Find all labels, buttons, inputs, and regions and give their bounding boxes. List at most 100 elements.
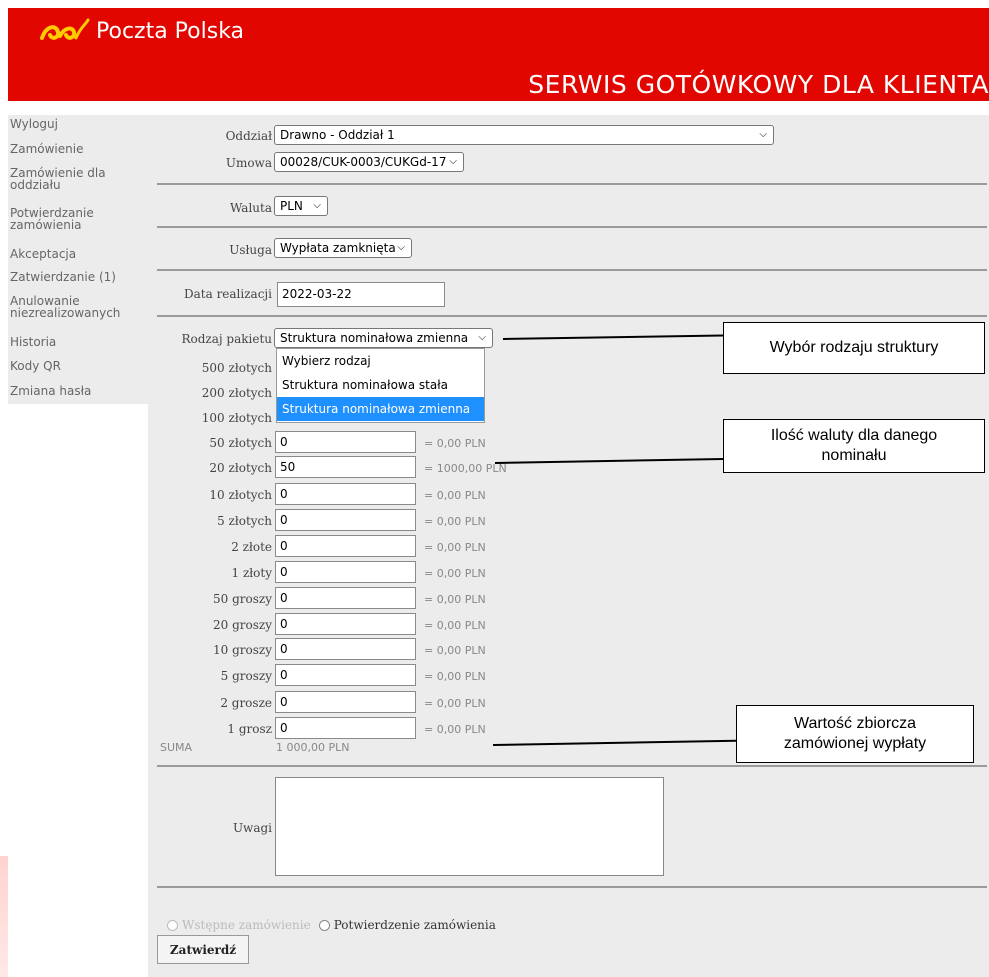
usluga-value: Wypłata zamknięta (280, 241, 396, 255)
denomination-input[interactable]: 0 (275, 664, 416, 686)
waluta-value: PLN (280, 199, 303, 213)
dropdown-option[interactable]: Struktura nominałowa stała (277, 373, 484, 397)
oddzial-select[interactable]: Drawno - Oddział 1 ⌵ (274, 125, 774, 145)
umowa-label: Umowa (225, 156, 272, 170)
usluga-select[interactable]: Wypłata zamknięta ⌵ (274, 238, 412, 258)
umowa-value: 00028/CUK-0003/CUKGd-17 (280, 155, 447, 169)
denomination-label: 5 złotych (217, 514, 272, 528)
rodzaj-pakietu-select[interactable]: Struktura nominałowa zmienna ⌵ (274, 328, 493, 348)
callout-wartosc: Wartość zbiorcza zamówionej wypłaty (736, 705, 974, 763)
radio-wstepne[interactable] (167, 919, 178, 931)
poczta-polska-horn-icon (40, 18, 90, 40)
sidebar-item-zamowienie-dla-oddzialu[interactable]: Zamówienie dla oddziału (8, 167, 122, 191)
denomination-label: 2 grosze (220, 696, 272, 710)
sidebar: Wyloguj Zamówienie Zamówienie dla oddzia… (8, 115, 148, 404)
denomination-label: 1 grosz (227, 722, 272, 736)
decorative-side-bar (0, 856, 8, 977)
suma-label: SUMA (160, 741, 193, 754)
denomination-input[interactable]: 0 (275, 561, 416, 583)
sidebar-item-wyloguj[interactable]: Wyloguj (8, 117, 60, 131)
denomination-label: 200 złotych (201, 386, 272, 400)
callout-ilosc: Ilość waluty dla danego nominału (723, 419, 985, 473)
sidebar-item-akceptacja[interactable]: Akceptacja (8, 247, 78, 261)
denomination-label: 50 groszy (213, 592, 272, 606)
denomination-sum: = 0,00 PLN (424, 541, 486, 554)
divider (157, 226, 987, 228)
sidebar-item-historia[interactable]: Historia (8, 335, 58, 349)
sidebar-item-anulowanie[interactable]: Anulowanie niezrealizowanych (8, 295, 147, 319)
chevron-down-icon: ⌵ (759, 129, 767, 140)
denomination-input[interactable]: 0 (275, 483, 416, 505)
sidebar-item-zmiana-hasla[interactable]: Zmiana hasła (8, 384, 93, 398)
waluta-select[interactable]: PLN ⌵ (274, 196, 328, 216)
denomination-label: 1 złoty (231, 566, 273, 580)
chevron-down-icon: ⌵ (397, 242, 405, 253)
denomination-sum: = 0,00 PLN (424, 644, 486, 657)
denomination-sum: = 0,00 PLN (424, 723, 486, 736)
radio-potwierdzenie-label: Potwierdzenie zamówienia (333, 918, 496, 932)
oddzial-value: Drawno - Oddział 1 (280, 128, 395, 142)
waluta-label: Waluta (230, 201, 272, 215)
dropdown-option[interactable]: Wybierz rodzaj (277, 349, 484, 373)
denomination-input[interactable]: 0 (275, 587, 416, 609)
denomination-label: 500 złotych (201, 361, 272, 375)
denomination-sum: = 0,00 PLN (424, 489, 486, 502)
dropdown-option-selected[interactable]: Struktura nominałowa zmienna (277, 397, 484, 421)
radio-wstepne-label: Wstępne zamówienie (182, 918, 311, 932)
denomination-input[interactable]: 0 (275, 535, 416, 557)
suma-value: 1 000,00 PLN (276, 741, 350, 754)
denomination-input[interactable]: 0 (275, 431, 416, 453)
logo: Poczta Polska (38, 16, 244, 46)
denomination-label: 50 złotych (209, 436, 272, 450)
denomination-label: 100 złotych (201, 411, 272, 425)
zatwierdz-button[interactable]: Zatwierdź (157, 935, 249, 964)
denomination-input[interactable]: 50 (275, 456, 416, 478)
oddzial-label: Oddział (225, 129, 272, 143)
denomination-label: 10 groszy (213, 643, 272, 657)
sidebar-item-potwierdzanie[interactable]: Potwierdzanie zamówienia (8, 207, 122, 231)
denomination-input[interactable]: 0 (275, 613, 416, 635)
denomination-label: 20 groszy (213, 618, 272, 632)
callout-struktura: Wybór rodzaju struktury (723, 322, 985, 374)
denomination-sum: = 0,00 PLN (424, 697, 486, 710)
rodzaj-pakietu-dropdown: Wybierz rodzaj Struktura nominałowa stał… (276, 348, 485, 423)
denomination-label: 10 złotych (209, 488, 272, 502)
denomination-label: 5 groszy (220, 669, 272, 683)
divider (157, 315, 987, 317)
denomination-sum: = 0,00 PLN (424, 437, 486, 450)
uwagi-textarea[interactable] (275, 777, 664, 876)
denomination-sum: = 0,00 PLN (424, 515, 486, 528)
chevron-down-icon: ⌵ (449, 156, 457, 167)
chevron-down-icon: ⌵ (478, 332, 486, 343)
denomination-sum: = 0,00 PLN (424, 567, 486, 580)
radio-potwierdzenie[interactable] (318, 919, 330, 931)
divider (157, 886, 987, 888)
rodzaj-pakietu-value: Struktura nominałowa zmienna (280, 331, 469, 345)
denomination-sum: = 0,00 PLN (424, 619, 486, 632)
data-realizacji-label: Data realizacji (184, 287, 272, 301)
denomination-sum: = 0,00 PLN (424, 670, 486, 683)
brand-name: Poczta Polska (96, 18, 245, 44)
chevron-down-icon: ⌵ (313, 200, 321, 211)
order-type-radio-group: Wstępne zamówienie Potwierdzenie zamówie… (167, 918, 496, 932)
sidebar-item-zamowienie[interactable]: Zamówienie (8, 142, 85, 156)
divider (157, 183, 987, 185)
usluga-label: Usługa (229, 243, 272, 257)
denomination-input[interactable]: 0 (275, 638, 416, 660)
divider (157, 269, 987, 271)
denomination-input[interactable]: 0 (275, 691, 416, 713)
denomination-input[interactable]: 0 (275, 717, 416, 739)
denomination-sum: = 0,00 PLN (424, 593, 486, 606)
data-realizacji-input[interactable]: 2022-03-22 (277, 282, 445, 307)
header-banner: Poczta Polska SERWIS GOTÓWKOWY DLA KLIEN… (8, 8, 989, 101)
uwagi-label: Uwagi (232, 821, 272, 835)
sidebar-item-zatwierdzanie[interactable]: Zatwierdzanie (1) (8, 270, 118, 284)
rodzaj-pakietu-label: Rodzaj pakietu (181, 332, 272, 346)
sidebar-item-kody-qr[interactable]: Kody QR (8, 359, 63, 373)
denomination-input[interactable]: 0 (275, 509, 416, 531)
service-title: SERWIS GOTÓWKOWY DLA KLIENTA (528, 70, 989, 99)
divider (157, 765, 987, 767)
umowa-select[interactable]: 00028/CUK-0003/CUKGd-17 ⌵ (274, 152, 464, 172)
denomination-label: 2 złote (231, 540, 272, 554)
denomination-label: 20 złotych (209, 461, 272, 475)
